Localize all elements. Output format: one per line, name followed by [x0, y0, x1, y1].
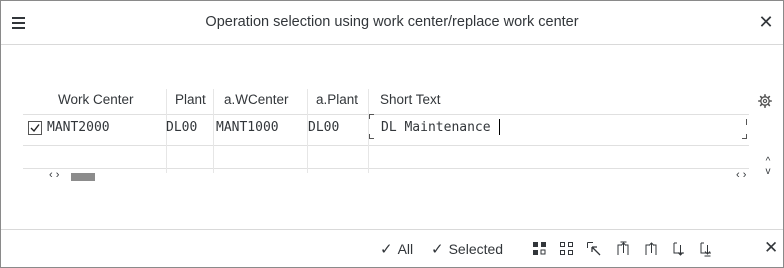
dialog-title: Operation selection using work center/re… — [205, 14, 579, 30]
column-header-work-center[interactable]: Work Center — [58, 92, 134, 107]
cell-plant[interactable]: DL00 — [166, 120, 197, 135]
cell-alt-work-center[interactable]: MANT1000 — [216, 120, 279, 135]
first-page-icon[interactable] — [615, 241, 631, 257]
dialog-window: Operation selection using work center/re… — [0, 0, 784, 268]
last-page-icon[interactable] — [698, 241, 714, 257]
column-header-alt-plant[interactable]: a.Plant — [316, 92, 358, 107]
select-block-icon[interactable] — [532, 241, 548, 257]
close-dialog-button[interactable]: ✕ — [755, 11, 777, 33]
short-text-input[interactable]: DL Maintenance — [369, 114, 747, 146]
select-all-button[interactable]: ✓ All — [380, 240, 413, 258]
column-header-alt-work-center[interactable]: a.WCenter — [224, 92, 289, 107]
check-icon: ✓ — [431, 241, 444, 258]
cancel-icon[interactable]: ✕ — [764, 238, 778, 258]
cell-alt-plant[interactable]: DL00 — [308, 120, 339, 135]
checkmark-icon — [30, 124, 40, 133]
check-icon: ✓ — [380, 241, 393, 258]
scroll-down-icon[interactable]: v — [761, 167, 775, 177]
column-header-short-text[interactable]: Short Text — [380, 92, 441, 107]
settings-gear-icon[interactable] — [758, 94, 772, 108]
deselect-all-icon[interactable] — [559, 241, 575, 257]
next-page-icon[interactable] — [671, 241, 687, 257]
select-all-label: All — [397, 241, 414, 257]
vertical-scrollbar[interactable]: ^ v — [761, 157, 775, 181]
hscroll-arrows-right[interactable]: ‹ › — [736, 169, 746, 181]
operations-table: Work Center Plant a.WCenter a.Plant Shor… — [23, 89, 781, 185]
previous-page-icon[interactable] — [643, 241, 659, 257]
choose-icon[interactable] — [586, 241, 602, 257]
dialog-titlebar: Operation selection using work center/re… — [1, 1, 783, 45]
selected-label: Selected — [448, 241, 504, 257]
cell-work-center[interactable]: MANT2000 — [47, 120, 110, 135]
hscroll-arrows-left[interactable]: ‹ › — [49, 169, 59, 181]
selected-button[interactable]: ✓ Selected — [431, 240, 503, 258]
cell-short-text: DL Maintenance — [381, 120, 491, 135]
row-select-checkbox[interactable] — [28, 121, 42, 135]
text-cursor — [499, 119, 500, 135]
horizontal-scrollbar-thumb[interactable] — [71, 173, 95, 181]
column-header-plant[interactable]: Plant — [175, 92, 206, 107]
dialog-footer-toolbar: ✓ All ✓ Selected ✕ — [1, 229, 783, 267]
